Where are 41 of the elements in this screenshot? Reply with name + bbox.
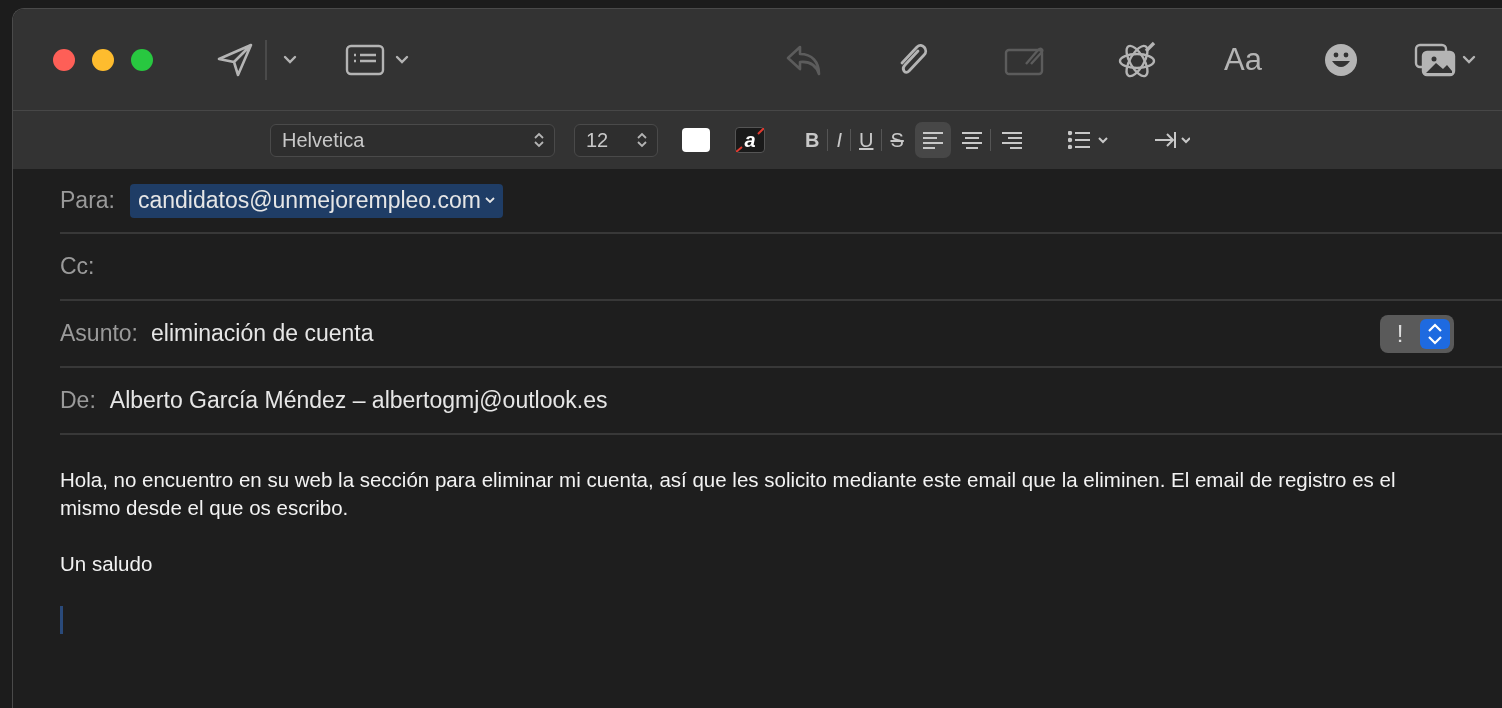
- stepper-icon: [1420, 318, 1450, 349]
- align-left-button[interactable]: [914, 122, 951, 158]
- slash-icon: [736, 128, 764, 152]
- style-button[interactable]: B: [797, 128, 828, 152]
- field-label: Cc:: [60, 253, 95, 280]
- updown-chevron-icon: [534, 132, 544, 148]
- header-list-icon[interactable]: [345, 43, 385, 76]
- chevron-icon: [484, 196, 495, 204]
- field-value[interactable]: Alberto García Méndez – albertogmj@outlook.es: [109, 387, 608, 414]
- fonts-button[interactable]: Aa: [1224, 41, 1262, 78]
- field-label: De:: [60, 387, 96, 414]
- text-cursor: [60, 606, 63, 634]
- updown-chevron-icon: [637, 132, 647, 148]
- recipient-token[interactable]: candidatos@unmejorempleo.com: [130, 183, 503, 218]
- priority-select[interactable]: !: [1380, 314, 1454, 353]
- align-left-icon: [921, 131, 944, 149]
- style-button[interactable]: U: [851, 128, 882, 152]
- message-paragraph: Un saludo: [60, 551, 154, 577]
- photo-icon[interactable]: [1414, 42, 1456, 77]
- chevron-icon[interactable]: [1462, 55, 1476, 64]
- message-paragraph: Hola, no encuentro en su web la sección para eliminar mi cuenta, así que les solicito mediante este email que la eliminen. El email de registro es el mismo desde el que os escribo.: [60, 467, 1397, 521]
- highlight-color-button[interactable]: a: [735, 127, 765, 153]
- align-right-icon: [1000, 131, 1023, 149]
- chevron-icon[interactable]: [395, 55, 409, 64]
- font-size-select[interactable]: 12: [574, 123, 658, 157]
- style-button[interactable]: S: [882, 128, 912, 152]
- style-button[interactable]: I: [828, 128, 850, 152]
- font-select[interactable]: Helvetica: [270, 123, 555, 157]
- field-label: Asunto:: [60, 320, 138, 347]
- field-value[interactable]: eliminación de cuenta: [151, 320, 374, 347]
- emoji-icon[interactable]: [1324, 42, 1358, 77]
- align-center-icon: [960, 131, 983, 149]
- send-icon[interactable]: [217, 42, 253, 77]
- minimize-button[interactable]: [92, 48, 114, 71]
- close-button[interactable]: [53, 48, 75, 71]
- indent-icon[interactable]: [1153, 131, 1190, 149]
- bullet-list-icon[interactable]: [1067, 131, 1108, 149]
- chevron-icon[interactable]: [283, 55, 297, 64]
- zoom-button[interactable]: [131, 48, 153, 71]
- text-color-swatch[interactable]: [682, 128, 710, 152]
- field-label: Para:: [60, 187, 115, 214]
